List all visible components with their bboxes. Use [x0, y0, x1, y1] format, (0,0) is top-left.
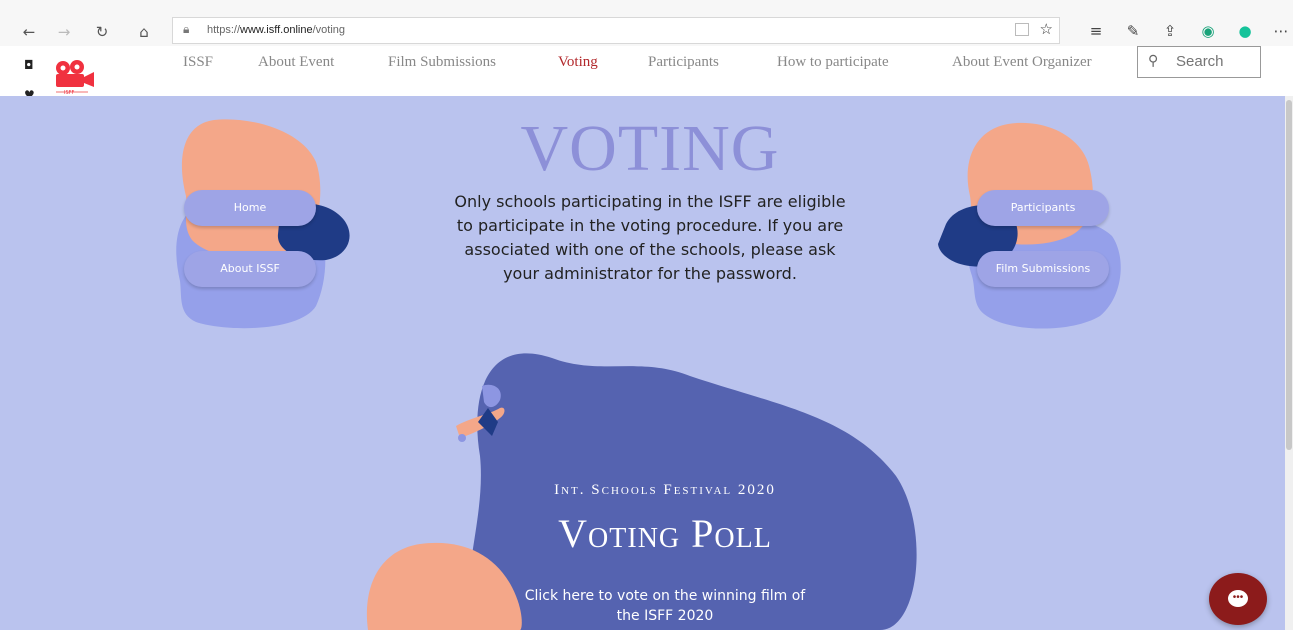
participants-button[interactable]: Participants — [977, 190, 1109, 226]
chat-bubble-icon: ••• — [1228, 590, 1248, 607]
page-title: VOTING — [520, 112, 780, 185]
poll-subtitle: Int. Schools Festival 2020 — [554, 482, 776, 498]
chat-button[interactable]: ••• — [1209, 573, 1267, 625]
intro-line: Only schools participating in the ISFF a… — [454, 192, 846, 211]
intro-line: your administrator for the password. — [503, 264, 797, 283]
nav-about-event-organizer[interactable]: About Event Organizer — [952, 54, 1092, 71]
nav-issf[interactable]: ISSF — [183, 54, 213, 71]
extension-icon[interactable]: ◉ — [1197, 20, 1219, 42]
favorites-list-icon[interactable]: ≡ — [1085, 20, 1107, 42]
more-icon[interactable]: ⋯ — [1270, 20, 1292, 42]
intro-line: associated with one of the schools, plea… — [464, 240, 836, 259]
nav-voting[interactable]: Voting — [558, 54, 598, 71]
forward-arrow-icon[interactable]: → — [51, 22, 77, 42]
favorite-star-icon[interactable]: ☆ — [1040, 20, 1053, 38]
intro-text: Only schools participating in the ISFF a… — [412, 190, 888, 286]
vote-link[interactable]: Click here to vote on the winning film o… — [490, 586, 840, 626]
vote-link-line: Click here to vote on the winning film o… — [524, 588, 806, 604]
share-icon[interactable]: ⇪ — [1159, 20, 1181, 42]
reader-view-icon[interactable] — [1015, 23, 1029, 36]
url-text: https://www.isff.online/voting — [207, 24, 346, 36]
film-submissions-button[interactable]: Film Submissions — [977, 251, 1109, 287]
nav-participants[interactable]: Participants — [648, 54, 719, 71]
search-icon: ⚲ — [1148, 53, 1159, 69]
nav-about-event[interactable]: About Event — [258, 54, 334, 71]
about-issf-button[interactable]: About ISSF — [184, 251, 316, 287]
home-icon[interactable]: ⌂ — [131, 22, 157, 42]
scrollbar-thumb[interactable] — [1286, 100, 1292, 450]
browser-toolbar: ← → ↻ ⌂ 🔒︎ https://www.isff.online/votin… — [0, 0, 1293, 46]
back-arrow-icon[interactable]: ← — [16, 22, 42, 42]
home-button[interactable]: Home — [184, 190, 316, 226]
site-header: ◘ ♥ ISFF ISSF About Event Film Submissio… — [0, 46, 1293, 102]
nav-how-to-participate[interactable]: How to participate — [777, 54, 889, 71]
vote-link-line: the ISFF 2020 — [616, 608, 714, 624]
refresh-icon[interactable]: ↻ — [89, 22, 115, 42]
instagram-icon[interactable]: ◘ — [24, 58, 34, 72]
search-box[interactable]: ⚲ — [1137, 46, 1261, 78]
poll-title: Voting Poll — [558, 511, 772, 556]
search-input[interactable] — [1174, 52, 1260, 71]
address-bar[interactable]: 🔒︎ https://www.isff.online/voting ☆ — [172, 17, 1060, 44]
nav-film-submissions[interactable]: Film Submissions — [388, 54, 496, 71]
pen-icon[interactable]: ✎ — [1122, 20, 1144, 42]
lock-icon: 🔒︎ — [183, 22, 190, 36]
intro-line: to participate in the voting procedure. … — [456, 216, 844, 235]
main-content: Home About ISSF Participants Film Submis… — [0, 96, 1293, 630]
grammarly-icon[interactable]: ● — [1234, 20, 1256, 42]
isff-logo[interactable] — [50, 59, 100, 95]
